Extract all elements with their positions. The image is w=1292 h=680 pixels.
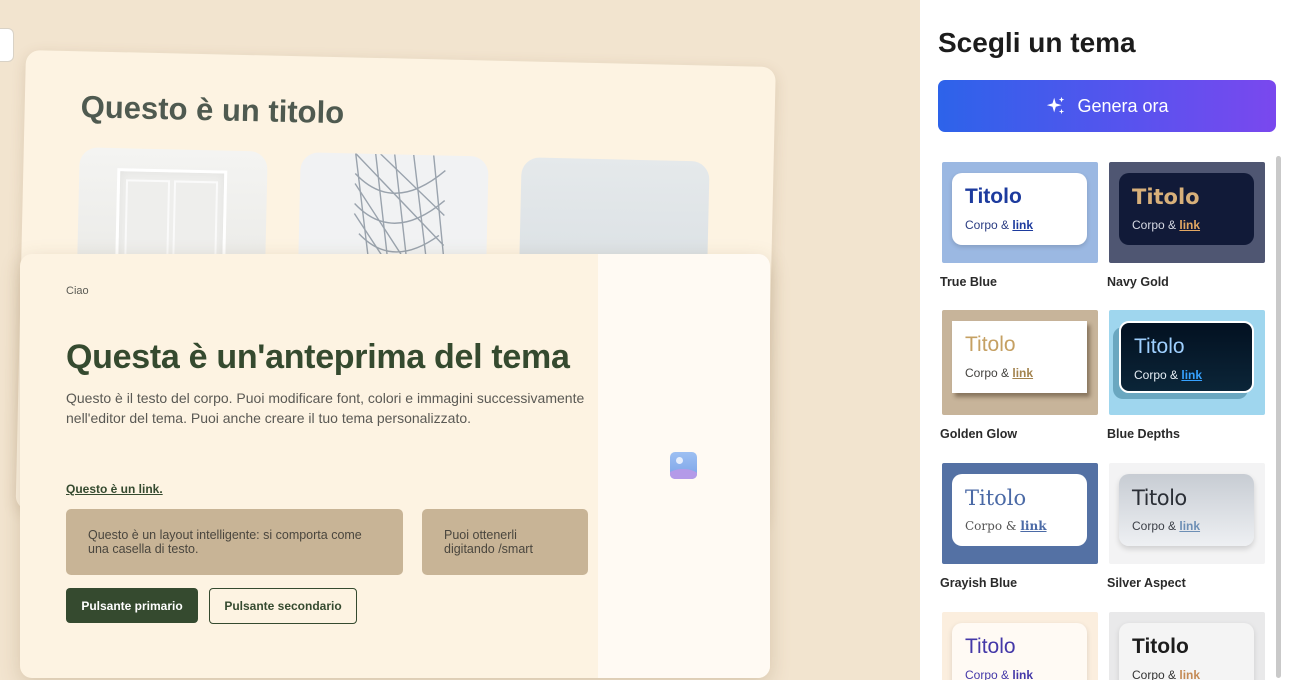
theme-thumbnail: Titolo Corpo & link [942, 463, 1098, 564]
theme-sample-title: Titolo [965, 635, 1016, 658]
theme-sample-title: Titolo [1132, 486, 1187, 510]
sparkles-icon [1047, 96, 1065, 115]
generate-now-label: Genera ora [1077, 95, 1169, 116]
theme-sample-body: Corpo & [1132, 668, 1177, 680]
theme-name: Grayish Blue [940, 576, 1018, 590]
theme-sample-link: link [1012, 668, 1034, 680]
theme-thumbnail: Titolo Corpo & link [1109, 162, 1265, 263]
theme-sample-body: Corpo & [1134, 368, 1179, 382]
slide-body: Questo è il testo del corpo. Puoi modifi… [66, 390, 585, 426]
theme-thumbnail: Titolo Corpo & link [1109, 310, 1265, 415]
theme-thumbnail: Titolo Corpo & link [1109, 463, 1265, 564]
theme-card-silver-aspect[interactable]: Titolo Corpo & link Silver Aspect [1107, 463, 1265, 590]
slide-kicker: Ciao [66, 285, 89, 297]
theme-sample-title: Titolo [1134, 335, 1185, 358]
image-placeholder [598, 254, 770, 678]
theme-card-peach[interactable]: Titolo Corpo & link [942, 612, 1098, 680]
theme-sample-title: Titolo [965, 486, 1027, 510]
theme-thumbnail: Titolo Corpo & link [942, 310, 1098, 415]
theme-name: Blue Depths [1107, 427, 1180, 441]
primary-button[interactable]: Pulsante primario [66, 588, 198, 623]
theme-sample-link: link [1012, 366, 1034, 380]
theme-sample-link: link [1020, 519, 1047, 533]
theme-thumbnail: Titolo Corpo & link [942, 612, 1098, 680]
slide-link[interactable]: Questo è un link. [66, 482, 163, 496]
theme-sample-link: link [1179, 519, 1201, 533]
theme-name: True Blue [940, 275, 997, 289]
smart-layout-box: Questo è un layout intelligente: si comp… [66, 509, 403, 575]
theme-card-blue-depths[interactable]: Titolo Corpo & link Blue Depths [1107, 310, 1265, 441]
theme-card-mono[interactable]: Titolo Corpo & link [1109, 612, 1265, 680]
theme-sample-title: Titolo [1132, 635, 1189, 658]
secondary-button[interactable]: Pulsante secondario [209, 588, 357, 624]
theme-card-true-blue[interactable]: Titolo Corpo & link True Blue [940, 162, 1098, 289]
slide-title: Questa è un'anteprima del tema [66, 338, 570, 376]
theme-card-grayish-blue[interactable]: Titolo Corpo & link Grayish Blue [940, 463, 1098, 590]
theme-sample-title: Titolo [965, 333, 1016, 356]
theme-thumbnail: Titolo Corpo & link [942, 162, 1098, 263]
theme-name: Silver Aspect [1107, 576, 1186, 590]
theme-name: Navy Gold [1107, 275, 1169, 289]
theme-sample-title: Titolo [1132, 185, 1200, 209]
theme-preview-area: Questo è un titolo Ciao Questa è un'ante… [0, 0, 920, 680]
theme-sample-link: link [1179, 668, 1201, 680]
theme-thumbnail: Titolo Corpo & link [1109, 612, 1265, 680]
theme-sample-body: Corpo & [965, 668, 1010, 680]
panel-title: Scegli un tema [938, 27, 1136, 58]
theme-card-navy-gold[interactable]: Titolo Corpo & link Navy Gold [1107, 162, 1265, 289]
theme-sample-body: Corpo & [1132, 519, 1177, 533]
theme-sample-link: link [1179, 218, 1201, 232]
back-slide-title: Questo è un titolo [80, 89, 345, 131]
theme-sample-link: link [1181, 368, 1203, 382]
theme-picker-panel: Scegli un tema Genera ora Titolo Corpo &… [920, 0, 1292, 680]
theme-sample-link: link [1012, 218, 1034, 232]
theme-sample-title: Titolo [965, 185, 1022, 208]
collapse-tab[interactable] [0, 28, 14, 62]
theme-sample-body: Corpo & [965, 366, 1010, 380]
panel-scrollbar[interactable] [1276, 156, 1281, 678]
preview-slide-front: Ciao Questa è un'anteprima del tema Ques… [20, 254, 770, 678]
theme-sample-body: Corpo & [965, 218, 1010, 232]
generate-now-button[interactable]: Genera ora [938, 80, 1276, 132]
smart-layout-box-hint: Puoi ottenerli digitando /smart [422, 509, 588, 575]
theme-name: Golden Glow [940, 427, 1018, 441]
image-icon [670, 452, 697, 479]
theme-sample-body: Corpo & [965, 519, 1017, 533]
theme-card-golden-glow[interactable]: Titolo Corpo & link Golden Glow [940, 310, 1098, 441]
theme-sample-body: Corpo & [1132, 218, 1177, 232]
